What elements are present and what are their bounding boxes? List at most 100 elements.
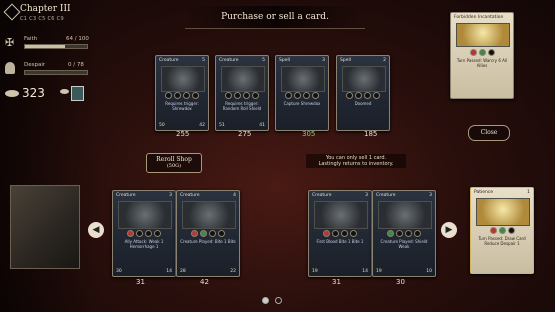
card-title: Creature [312,193,332,198]
card-cost: 3 [365,193,368,198]
character-portrait [10,185,80,269]
card-text: Capture Shrewdox [283,101,321,106]
card-art [281,66,325,92]
shop-card-1-price: 255 [176,130,190,138]
card-gems [222,92,262,99]
shop-card-4[interactable]: Spell 2 Doomed [336,55,390,131]
card-health: 22 [230,269,236,274]
card-gems [320,230,360,237]
featured-card[interactable]: Forbidden Incantation Turn Passed: Warcr… [450,12,514,99]
page-dot-2[interactable] [275,297,282,304]
card-cost: 3 [322,58,325,63]
despair-bar [24,70,88,75]
card-health: 14 [362,269,368,274]
card-attack: 50 [159,123,165,128]
despair-value: 0 / 78 [68,62,84,68]
card-text: First Blood Bite 1 Bite 1 [316,239,364,244]
hand-card-3-price: 31 [332,278,341,286]
card-stats: 19 14 [312,269,368,274]
card-cost: 4 [233,193,236,198]
hand-card-1[interactable]: Creature 3 Ally Attack: Weak 1 Hemorrhag… [112,190,176,277]
card-attack: 19 [312,269,318,274]
card-gems [482,227,522,234]
card-art [182,201,236,229]
card-title: Creature [376,193,396,198]
reroll-shop-button[interactable]: Reroll Shop (50G) [146,153,202,173]
sell-hint: You can only sell 1 card. Lastingly retu… [306,154,406,168]
card-attack: 51 [219,123,225,128]
card-gems [124,230,164,237]
shop-card-1[interactable]: Creature 5 Requires trigger: Shrewdox 50… [155,55,209,131]
hand-card-2[interactable]: Creature 4 Creature Played: Bite 1 Bite … [176,190,240,277]
card-art [118,201,172,229]
card-gems [462,49,502,56]
card-text: Ally Attack: Weak 1 Hemorrhage 1 [124,239,164,249]
hand-card-3[interactable]: Creature 3 First Blood Bite 1 Bite 1 19 1… [308,190,372,277]
card-art [161,66,205,92]
faith-icon: ✠ [5,36,15,49]
prev-arrow-icon[interactable]: ◀ [88,222,104,238]
card-attack: 19 [376,269,382,274]
card-health: 10 [426,269,432,274]
card-text: Requires trigger: Random Roll Shield [222,101,262,111]
close-button[interactable]: Close [468,125,510,141]
card-gems [162,92,202,99]
hand-card-2-price: 42 [200,278,209,286]
instruction-banner: Purchase or sell a card. [185,6,365,29]
card-title: Creature [219,58,239,63]
card-cost: 3 [169,193,172,198]
despair-label: Despair [24,62,46,68]
card-attack: 30 [116,269,122,274]
card-gems [384,230,424,237]
card-text: Turn Passed: Draw Card Reduce Despair 1 [478,236,526,246]
card-cost: 3 [429,193,432,198]
card-gems [188,230,228,237]
card-art [342,66,386,92]
page-dot-1[interactable] [262,297,269,304]
shop-card-3-price: 305 [302,130,316,138]
shop-card-2-price: 275 [238,130,252,138]
card-title: Patience [474,190,494,195]
hand-card-4-price: 30 [396,278,405,286]
card-art [378,201,432,229]
card-health: 42 [199,123,205,128]
card-text: Requires trigger: Shrewdox [165,101,199,111]
shop-card-2[interactable]: Creature 5 Requires trigger: Random Roll… [215,55,269,131]
coins-icon [5,90,19,97]
card-text: Creature Played: Shield Weak [380,239,428,249]
card-title: Spell [340,58,351,63]
card-cost: 1 [527,190,530,195]
card-attack: 28 [180,269,186,274]
card-title: Spell [279,58,290,63]
card-stats: 50 42 [159,123,205,128]
faith-label: Faith [24,36,38,42]
faith-value: 64 / 100 [66,36,89,42]
deck-icon[interactable] [71,86,84,101]
card-gems [282,92,322,99]
next-arrow-icon[interactable]: ▶ [441,222,457,238]
shop-card-3[interactable]: Spell 3 Capture Shrewdox [275,55,329,131]
card-text: Turn Passed: Warcry 6 All Allies [456,58,508,68]
card-stats: 19 10 [376,269,432,274]
card-art [314,201,368,229]
hand-card-1-price: 31 [136,278,145,286]
card-title: Creature [116,193,136,198]
card-title: Creature [159,58,179,63]
reroll-label: Reroll Shop [156,156,192,163]
chapter-title: Chapter III [20,4,71,14]
card-cost: 2 [383,58,386,63]
card-art [476,198,530,226]
card-text: Creature Played: Bite 1 Bite [180,239,236,244]
patience-card[interactable]: Patience 1 Turn Passed: Draw Card Reduce… [470,187,534,274]
card-title: Forbidden Incantation [454,15,504,20]
card-cost: 5 [202,58,205,63]
card-gems [343,92,383,99]
hand-card-4[interactable]: Creature 3 Creature Played: Shield Weak … [372,190,436,277]
despair-icon [5,62,15,74]
card-art [221,66,265,92]
faith-bar-fill [25,45,65,48]
card-stats: 30 14 [116,269,172,274]
shop-card-4-price: 185 [364,130,378,138]
gold-amount: 323 [22,86,45,100]
card-art [456,23,510,47]
